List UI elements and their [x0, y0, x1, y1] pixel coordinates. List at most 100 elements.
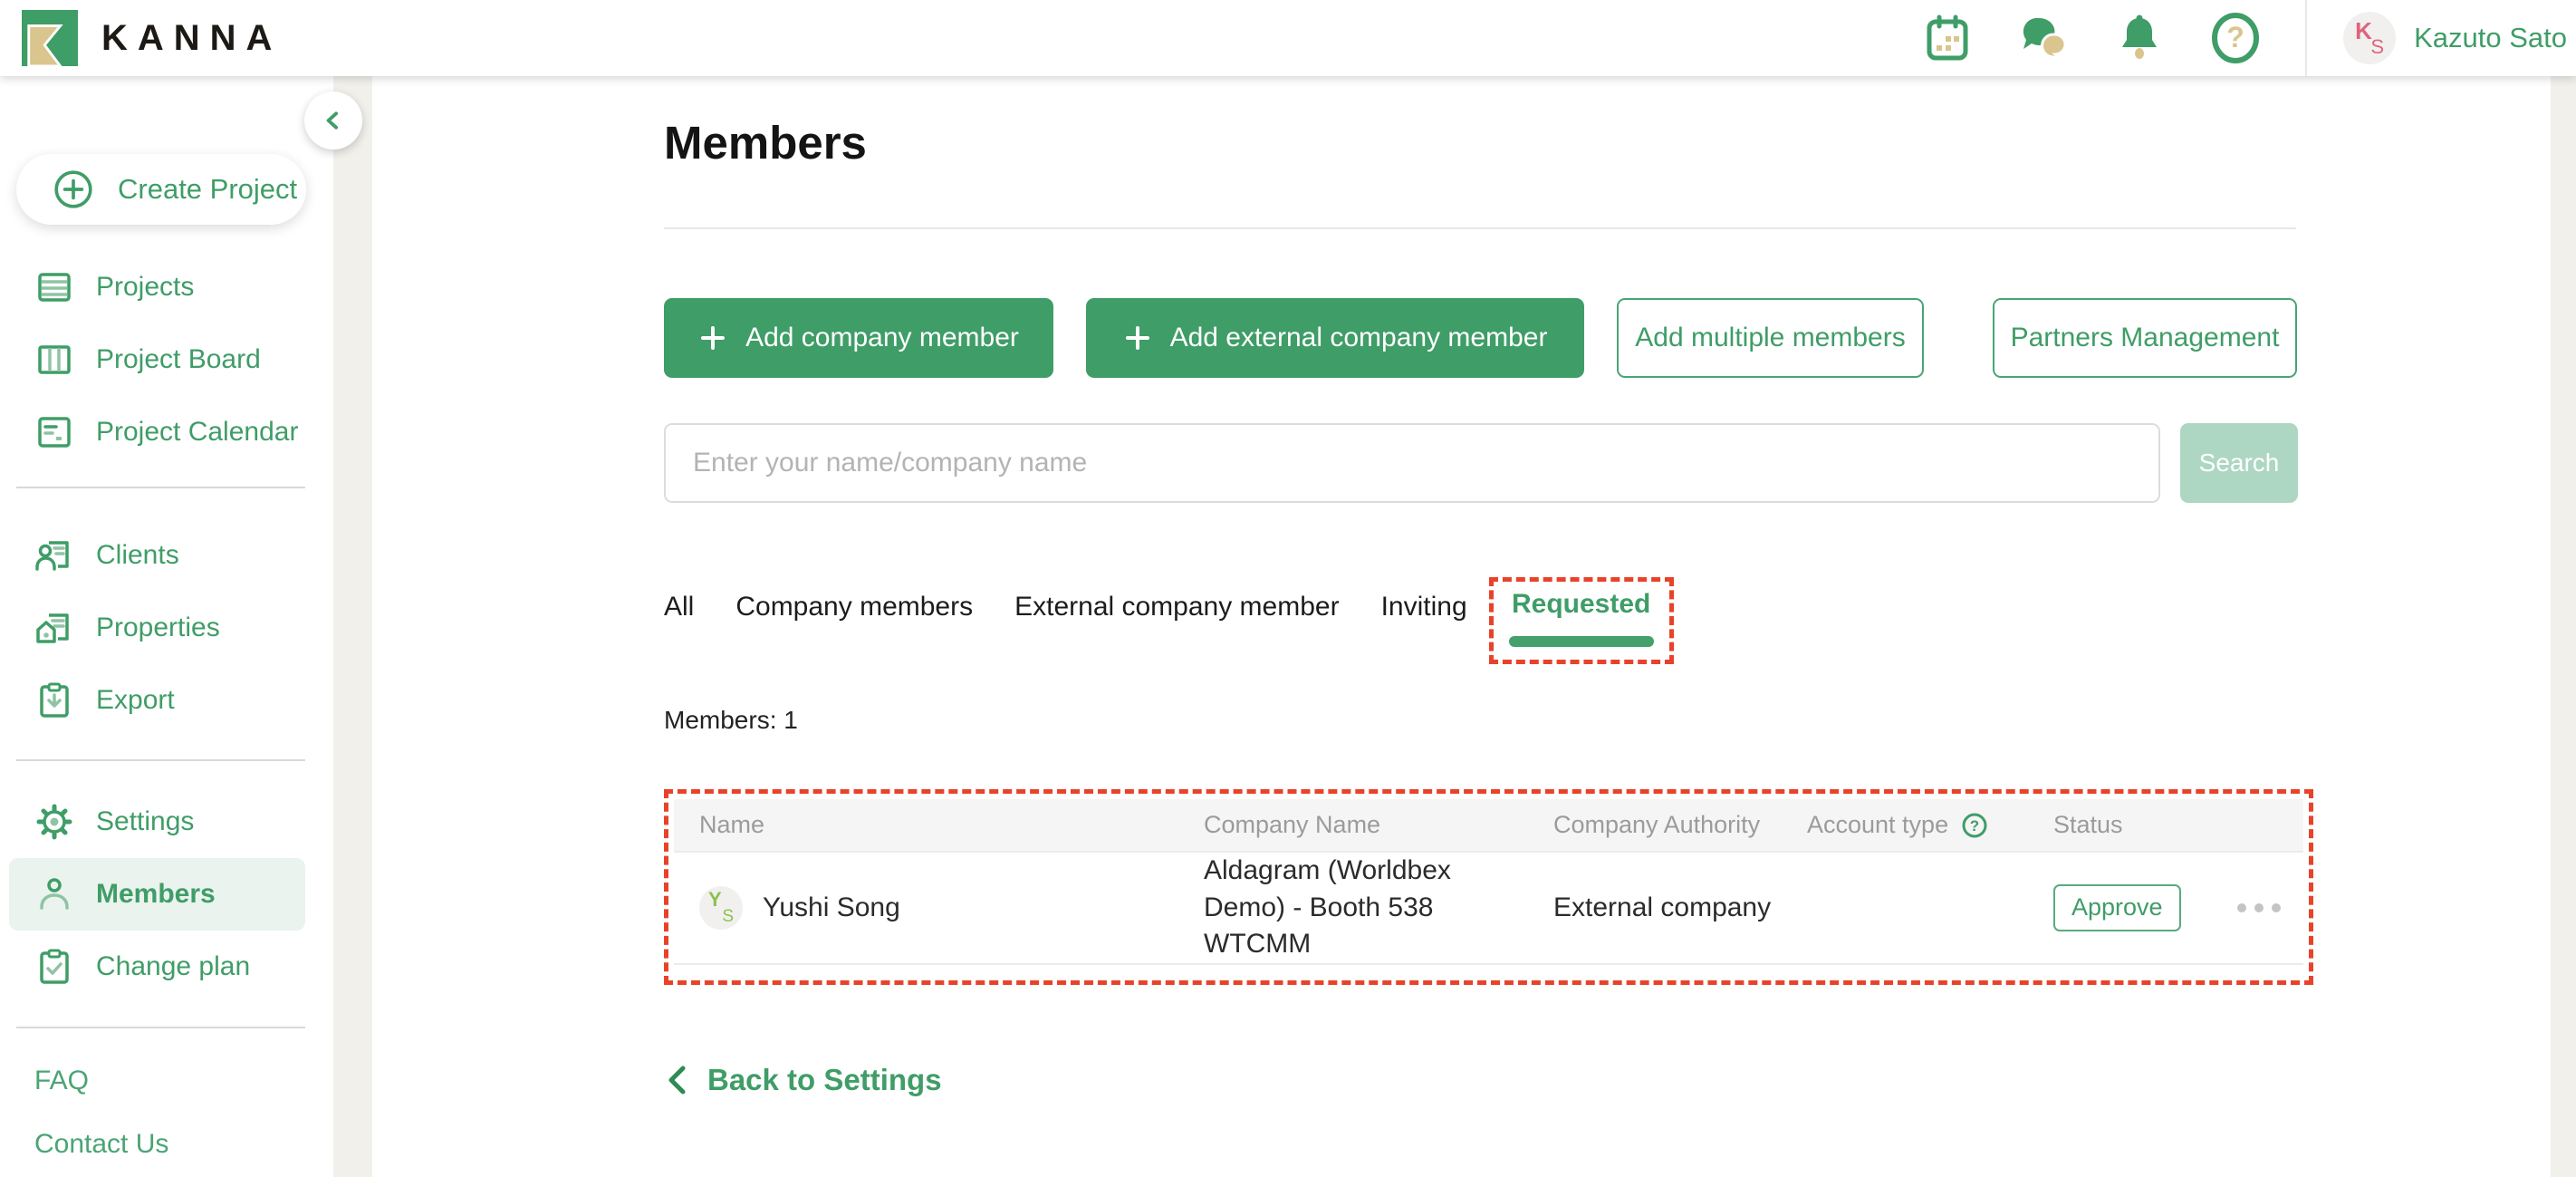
clients-icon [34, 535, 74, 575]
search-row: Search [664, 423, 2313, 503]
sidebar-item-label: Clients [96, 540, 179, 571]
approve-button[interactable]: Approve [2053, 884, 2181, 931]
table-header-row: Name Company Name Company Authority Acco… [674, 799, 2303, 852]
members-table-annotation: Name Company Name Company Authority Acco… [664, 789, 2313, 985]
plus-circle-icon [53, 169, 94, 210]
page-title: Members [664, 116, 2313, 169]
chevron-left-icon [318, 105, 349, 136]
column-header-status: Status [2028, 799, 2303, 852]
search-input[interactable] [664, 423, 2160, 503]
cell-status: Approve [2028, 852, 2303, 964]
members-icon [34, 874, 74, 914]
cell-name: Y S Yushi Song [674, 852, 1178, 964]
main-content: Members Add company member Add external … [372, 76, 2551, 1177]
tab-requested-annotation[interactable]: Requested [1489, 577, 1674, 664]
add-company-member-button[interactable]: Add company member [664, 298, 1053, 378]
projects-icon [34, 267, 74, 307]
sidebar-link-faq[interactable]: FAQ [0, 1049, 333, 1113]
button-label: Add company member [745, 323, 1019, 353]
sidebar-item-members[interactable]: Members [9, 858, 305, 931]
back-to-settings-link[interactable]: Back to Settings [664, 1063, 942, 1097]
tab-inviting[interactable]: Inviting [1381, 592, 1467, 622]
change-plan-icon [34, 947, 74, 987]
sidebar-item-clients[interactable]: Clients [0, 519, 333, 592]
members-table: Name Company Name Company Authority Acco… [674, 799, 2303, 965]
more-menu-icon[interactable] [2237, 903, 2281, 912]
sidebar-item-label: Project Calendar [96, 417, 298, 448]
sidebar-item-project-board[interactable]: Project Board [0, 323, 333, 396]
table-row: Y S Yushi Song Aldagram (Worldbex Demo) … [674, 852, 2303, 964]
avatar-initial-top: Y [708, 888, 722, 912]
sidebar-item-settings[interactable]: Settings [0, 786, 333, 858]
column-header-label: Account type [1807, 811, 1948, 839]
tab-company-members[interactable]: Company members [735, 592, 973, 622]
search-button[interactable]: Search [2180, 423, 2298, 503]
add-multiple-members-button[interactable]: Add multiple members [1617, 298, 1924, 378]
sidebar: Create Project Projects Project Board [0, 76, 333, 1177]
app-header: KANNA [0, 0, 2576, 76]
avatar-initial-bottom: S [2370, 35, 2384, 59]
sidebar-divider [16, 759, 305, 761]
sidebar-collapse-button[interactable] [304, 92, 362, 150]
partners-management-button[interactable]: Partners Management [1993, 298, 2297, 378]
member-name: Yushi Song [763, 892, 900, 923]
sidebar-item-label: Projects [96, 272, 194, 303]
sidebar-item-label: Properties [96, 613, 220, 643]
cell-company-authority: External company [1528, 852, 1782, 964]
sidebar-item-label: Members [96, 879, 216, 910]
header-divider [2305, 0, 2307, 76]
company-name: Aldagram (Worldbex Demo) - Booth 538 WTC… [1204, 853, 1528, 963]
sidebar-nav: Projects Project Board Project Calendar [0, 251, 333, 1176]
settings-icon [34, 802, 74, 842]
sidebar-link-label: FAQ [34, 1066, 89, 1096]
kanna-logo-icon [22, 10, 78, 66]
sidebar-item-label: Project Board [96, 344, 261, 375]
help-icon[interactable]: ? [2209, 12, 2262, 64]
messages-icon[interactable] [2017, 12, 2070, 64]
logo-text: KANNA [101, 18, 282, 59]
active-tab-underline [1509, 636, 1654, 647]
cell-company-name: Aldagram (Worldbex Demo) - Booth 538 WTC… [1178, 852, 1528, 964]
svg-text:?: ? [2226, 21, 2244, 53]
sidebar-item-change-plan[interactable]: Change plan [0, 931, 333, 1003]
kanna-logo[interactable]: KANNA [22, 10, 282, 66]
column-header-name: Name [674, 799, 1178, 852]
export-icon [34, 680, 74, 720]
member-filter-tabs: All Company members External company mem… [664, 577, 2313, 664]
sidebar-link-contact-us[interactable]: Contact Us [0, 1113, 333, 1176]
sidebar-item-properties[interactable]: Properties [0, 592, 333, 664]
back-link-label: Back to Settings [707, 1063, 942, 1097]
calendar-icon[interactable] [1921, 12, 1974, 64]
sidebar-item-label: Export [96, 685, 175, 716]
sidebar-divider [16, 487, 305, 488]
sidebar-item-label: Settings [96, 806, 194, 837]
column-header-company-name: Company Name [1178, 799, 1528, 852]
add-external-company-member-button[interactable]: Add external company member [1086, 298, 1584, 378]
svg-text:?: ? [1970, 817, 1979, 835]
page-gutter-right [2551, 76, 2576, 1177]
sidebar-item-label: Change plan [96, 951, 250, 982]
header-actions: ? K S Kazuto Sato [1921, 0, 2576, 76]
button-label: Add external company member [1170, 323, 1548, 353]
tab-external-company-member[interactable]: External company member [1014, 592, 1339, 622]
user-name[interactable]: Kazuto Sato [2414, 22, 2567, 54]
account-type-help-icon[interactable]: ? [1961, 812, 1988, 839]
title-divider [664, 227, 2296, 229]
column-header-company-authority: Company Authority [1528, 799, 1782, 852]
member-avatar: Y S [699, 886, 743, 930]
avatar-initial-bottom: S [722, 907, 734, 927]
sidebar-item-project-calendar[interactable]: Project Calendar [0, 396, 333, 468]
sidebar-divider [16, 1027, 305, 1028]
user-avatar[interactable]: K S [2343, 12, 2396, 64]
sidebar-item-export[interactable]: Export [0, 664, 333, 737]
plus-icon [1123, 323, 1152, 352]
cell-account-type [1782, 852, 2028, 964]
project-calendar-icon [34, 412, 74, 452]
notifications-icon[interactable] [2113, 12, 2166, 64]
create-project-button[interactable]: Create Project [16, 154, 306, 225]
tab-all[interactable]: All [664, 592, 694, 622]
chevron-left-icon [664, 1065, 691, 1095]
sidebar-item-projects[interactable]: Projects [0, 251, 333, 323]
button-label: Partners Management [2011, 323, 2280, 353]
tab-requested[interactable]: Requested [1509, 589, 1654, 620]
